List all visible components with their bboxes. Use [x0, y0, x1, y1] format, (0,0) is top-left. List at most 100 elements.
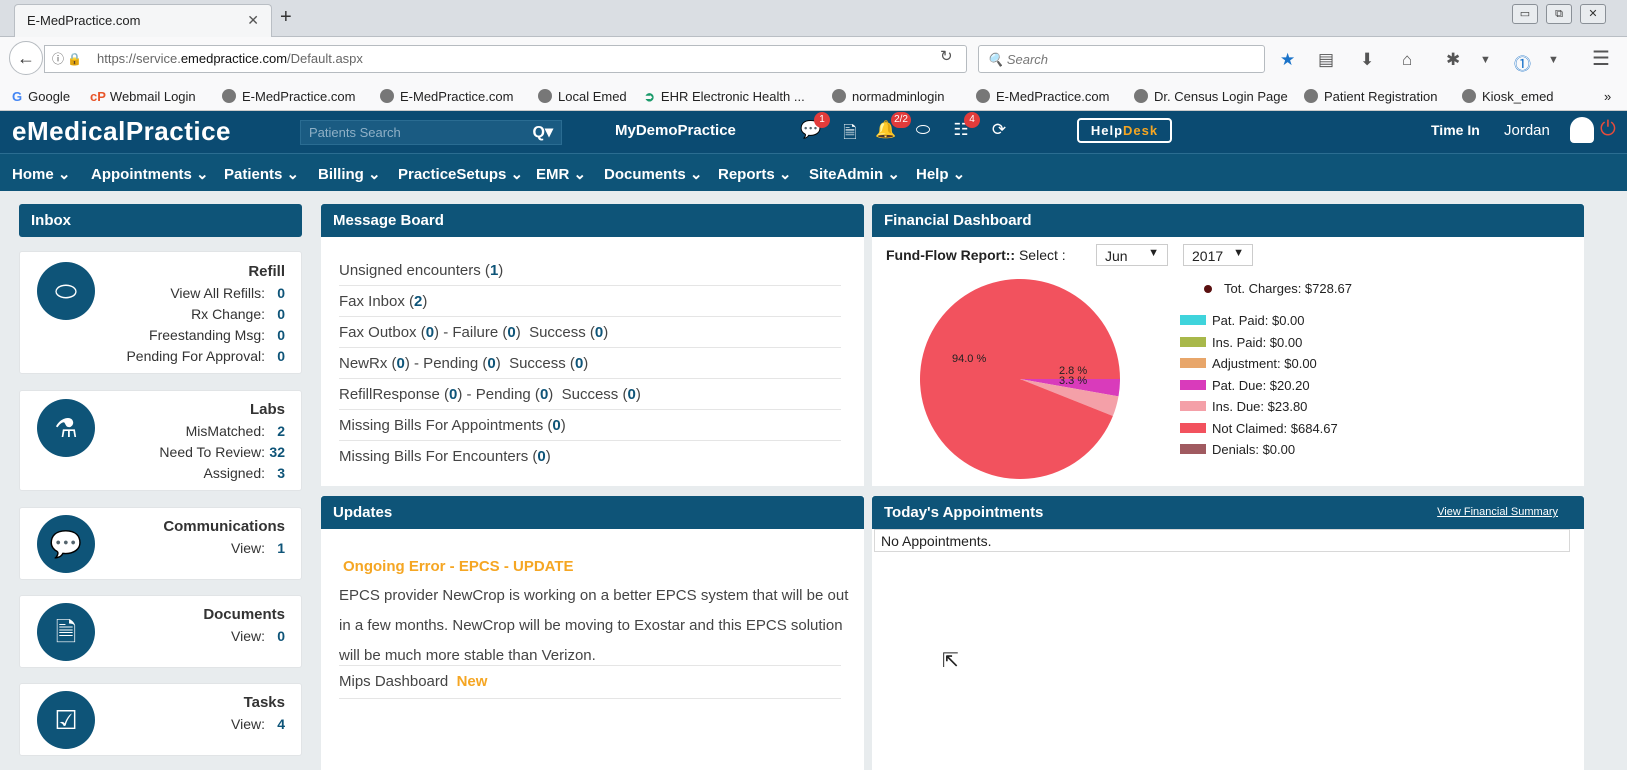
practice-name[interactable]: MyDemoPractice: [615, 122, 736, 139]
home-icon[interactable]: ⌂: [1402, 50, 1412, 70]
sync-dropdown-icon[interactable]: ▼: [1548, 54, 1559, 66]
inbox-header: Inbox: [19, 204, 302, 237]
refill-card[interactable]: ⬭ Refill View All Refills: 0 Rx Change: 0 …: [19, 251, 302, 374]
app-logo[interactable]: eMedicalPractice: [12, 116, 231, 147]
user-name[interactable]: Jordan: [1504, 122, 1550, 139]
minimize-window-icon[interactable]: ▭: [1512, 4, 1538, 24]
alerts-icon[interactable]: 🔔 2/2: [875, 112, 911, 142]
messages-icon[interactable]: 💬 1: [800, 112, 830, 142]
bookmark-ehr[interactable]: ➲ EHR Electronic Health ...: [644, 89, 805, 105]
mb-newrx[interactable]: NewRx (0) - Pending (0) Success (0): [339, 348, 841, 379]
info-lock-icon[interactable]: ⓘ 🔒: [52, 50, 82, 67]
mb-refill-response[interactable]: RefillResponse (0) - Pending (0) Success…: [339, 379, 841, 410]
mb-count: 0: [537, 448, 546, 465]
row-value: 0: [277, 306, 285, 322]
address-bar[interactable]: https://service.emedpractice.com/Default…: [44, 45, 967, 73]
labs-mismatched[interactable]: MisMatched: 2: [186, 423, 285, 439]
bookmarks-overflow-icon[interactable]: »: [1604, 89, 1611, 104]
extension-dropdown-icon[interactable]: ▼: [1480, 54, 1491, 66]
update-headline[interactable]: Ongoing Error - EPCS - UPDATE: [343, 558, 574, 575]
pie-slice-not-claimed[interactable]: [920, 279, 1120, 479]
avatar[interactable]: [1570, 117, 1594, 143]
menu-billing[interactable]: Billing ⌄: [318, 165, 381, 183]
bookmark-normadminlogin[interactable]: normadminlogin: [832, 89, 945, 104]
mb-missing-bills-appointments[interactable]: Missing Bills For Appointments (0): [339, 410, 841, 441]
browser-search-input[interactable]: 🔍 Search: [978, 45, 1265, 73]
back-arrow-icon[interactable]: ←: [9, 41, 43, 75]
history-icon[interactable]: ⟳: [988, 120, 1010, 142]
menu-documents[interactable]: Documents ⌄: [604, 165, 702, 183]
url-prefix: https://service.: [97, 51, 181, 66]
documents-card[interactable]: 🗎 Documents View: 0: [19, 595, 302, 668]
app-header: eMedicalPractice Patients Search Q▾ MyDe…: [0, 111, 1627, 153]
mips-dashboard-link[interactable]: Mips Dashboard New: [339, 673, 487, 690]
globe-icon: [1304, 89, 1318, 103]
extension-icon[interactable]: ✱: [1446, 50, 1460, 70]
search-icon[interactable]: Q▾: [533, 122, 553, 142]
communications-card[interactable]: 💬 Communications View: 1: [19, 507, 302, 580]
bookmark-dr-census[interactable]: Dr. Census Login Page: [1134, 89, 1288, 104]
month-select[interactable]: Jun ▼: [1096, 244, 1168, 266]
helpdesk-button[interactable]: HelpDesk: [1077, 118, 1172, 143]
bookmark-emed-3[interactable]: E-MedPractice.com: [976, 89, 1109, 104]
pill-icon[interactable]: ⬭: [912, 120, 934, 142]
legend-swatch: [1180, 358, 1206, 368]
hamburger-menu-icon[interactable]: ☰: [1592, 46, 1610, 71]
bookmark-local-emed[interactable]: Local Emed: [538, 89, 627, 104]
refill-freestanding[interactable]: Freestanding Msg: 0: [149, 327, 285, 343]
download-icon[interactable]: ⬇: [1360, 50, 1374, 70]
sync-icon[interactable]: ⓵: [1514, 50, 1531, 75]
mb-missing-bills-encounters[interactable]: Missing Bills For Encounters (0): [339, 441, 841, 472]
labs-assigned[interactable]: Assigned: 3: [204, 465, 285, 481]
labs-card[interactable]: ⚗ Labs MisMatched: 2 Need To Review: 32 As…: [19, 390, 302, 491]
tasks-view[interactable]: View: 4: [231, 716, 285, 732]
power-icon[interactable]: ⏻: [1600, 118, 1616, 141]
communications-title: Communications: [163, 518, 285, 535]
menu-help[interactable]: Help ⌄: [916, 165, 965, 183]
bookmark-emed-1[interactable]: E-MedPractice.com: [222, 89, 355, 104]
mb-text: ): [635, 386, 641, 403]
menu-label: SiteAdmin: [809, 166, 884, 183]
menu-practicesetups[interactable]: PracticeSetups ⌄: [398, 165, 523, 183]
reload-icon[interactable]: ↻: [940, 47, 953, 65]
bookmark-kiosk[interactable]: Kiosk_emed: [1462, 89, 1554, 104]
refill-pending[interactable]: Pending For Approval: 0: [126, 348, 285, 364]
mb-text: ) Success (: [548, 386, 628, 403]
row-value: 0: [277, 628, 285, 644]
reading-list-icon[interactable]: ▤: [1318, 50, 1334, 70]
bookmark-patient-registration[interactable]: Patient Registration: [1304, 89, 1437, 104]
communications-view[interactable]: View: 1: [231, 540, 285, 556]
bookmark-label: normadminlogin: [852, 89, 945, 104]
menu-reports[interactable]: Reports ⌄: [718, 165, 791, 183]
tasks-card[interactable]: ☑ Tasks View: 4: [19, 683, 302, 756]
labs-need-review[interactable]: Need To Review: 32: [159, 444, 285, 460]
menu-siteadmin[interactable]: SiteAdmin ⌄: [809, 165, 900, 183]
new-tab-icon[interactable]: +: [280, 6, 292, 29]
refill-view-all[interactable]: View All Refills: 0: [170, 285, 285, 301]
menu-emr[interactable]: EMR ⌄: [536, 165, 586, 183]
legend-swatch: [1180, 336, 1206, 347]
menu-patients[interactable]: Patients ⌄: [224, 165, 299, 183]
bookmark-google[interactable]: G Google: [12, 89, 70, 104]
view-financial-summary-link[interactable]: View Financial Summary: [1437, 506, 1558, 518]
close-tab-icon[interactable]: ✕: [247, 12, 259, 29]
tasks-list-icon[interactable]: ☷ 4: [950, 112, 980, 142]
close-window-icon[interactable]: ✕: [1580, 4, 1606, 24]
patients-search-input[interactable]: Patients Search Q▾: [300, 120, 562, 145]
year-select[interactable]: 2017 ▼: [1183, 244, 1253, 266]
row-label: View:: [231, 716, 265, 732]
notes-icon[interactable]: 🗎: [839, 120, 861, 142]
menu-appointments[interactable]: Appointments ⌄: [91, 165, 209, 183]
documents-view[interactable]: View: 0: [231, 628, 285, 644]
bookmark-emed-2[interactable]: E-MedPractice.com: [380, 89, 513, 104]
mb-unsigned-encounters[interactable]: Unsigned encounters (1): [339, 255, 841, 286]
menu-home[interactable]: Home ⌄: [12, 165, 70, 183]
mb-fax-inbox[interactable]: Fax Inbox (2): [339, 286, 841, 317]
restore-window-icon[interactable]: ⧉: [1546, 4, 1572, 24]
time-in-link[interactable]: Time In: [1431, 122, 1480, 138]
browser-tab[interactable]: E-MedPractice.com ✕: [14, 4, 272, 38]
bookmark-star-icon[interactable]: ★: [1280, 50, 1295, 70]
bookmark-webmail[interactable]: cP Webmail Login: [90, 89, 196, 104]
refill-rx-change[interactable]: Rx Change: 0: [191, 306, 285, 322]
mb-fax-outbox[interactable]: Fax Outbox (0) - Failure (0) Success (0): [339, 317, 841, 348]
